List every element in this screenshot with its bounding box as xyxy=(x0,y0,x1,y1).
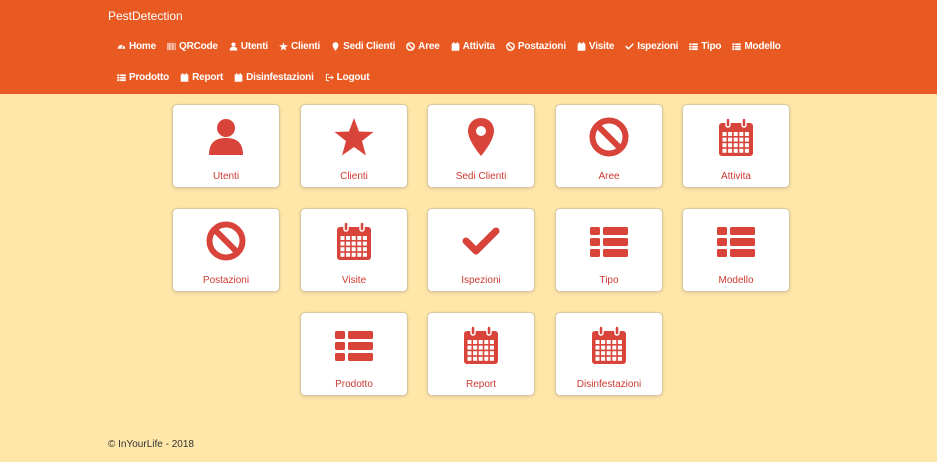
dashboard-icon xyxy=(117,42,126,51)
calendar-icon xyxy=(451,42,460,51)
nav-row-1: Home QRCode Utenti Clienti Sedi Clienti … xyxy=(117,41,792,52)
brand-title[interactable]: PestDetection xyxy=(108,9,183,23)
list-icon xyxy=(689,42,698,51)
tile-label: Utenti xyxy=(212,171,240,182)
nav-item-modello[interactable]: Modello xyxy=(732,41,781,52)
nav-item-label: Attivita xyxy=(462,41,495,52)
ban-icon xyxy=(206,221,246,261)
list-icon xyxy=(732,42,742,51)
nav-item-label: QRCode xyxy=(178,41,218,52)
calendar-icon xyxy=(334,221,374,261)
ban-icon xyxy=(506,42,515,51)
nav-item-label: Clienti xyxy=(290,41,321,52)
nav-item-logout[interactable]: Logout xyxy=(325,72,370,83)
star-icon xyxy=(334,117,374,157)
nav-item-attivita[interactable]: Attivita xyxy=(451,41,495,52)
nav-item-label: Logout xyxy=(336,72,370,83)
tile-label: Modello xyxy=(718,275,754,286)
logout-icon xyxy=(325,73,334,82)
nav-item-label: Sedi Clienti xyxy=(343,41,396,52)
tile-sedi-clienti[interactable]: Sedi Clienti xyxy=(427,104,535,188)
ban-icon xyxy=(406,42,416,51)
tile-label: Disinfestazioni xyxy=(576,379,642,390)
tile-tipo[interactable]: Tipo xyxy=(555,208,663,292)
tile-label: Postazioni xyxy=(202,275,250,286)
tile-label: Report xyxy=(465,379,496,390)
nav-item-disinfestazioni[interactable]: Disinfestazioni xyxy=(234,72,314,83)
calendar-icon xyxy=(234,73,243,82)
tile-modello[interactable]: Modello xyxy=(682,208,790,292)
nav-item-label: Report xyxy=(192,72,224,83)
list-icon xyxy=(589,221,629,261)
user-icon xyxy=(229,42,238,51)
tile-ispezioni[interactable]: Ispezioni xyxy=(427,208,535,292)
calendar-icon xyxy=(461,325,501,365)
tile-label: Sedi Clienti xyxy=(455,171,507,182)
tile-label: Attivita xyxy=(720,171,751,182)
nav-item-prodotto[interactable]: Prodotto xyxy=(117,72,169,83)
calendar-icon xyxy=(180,73,189,82)
list-icon xyxy=(334,325,374,365)
nav-item-qrcode[interactable]: QRCode xyxy=(167,41,218,52)
tile-clienti[interactable]: Clienti xyxy=(300,104,408,188)
nav-item-visite[interactable]: Visite xyxy=(577,41,614,52)
nav-item-label: Utenti xyxy=(240,41,268,52)
map-marker-icon xyxy=(331,42,340,51)
nav-item-sedi-clienti[interactable]: Sedi Clienti xyxy=(331,41,395,52)
tile-attivita[interactable]: Attivita xyxy=(682,104,790,188)
nav-item-postazioni[interactable]: Postazioni xyxy=(506,41,566,52)
nav-item-label: Aree xyxy=(418,41,440,52)
tile-postazioni[interactable]: Postazioni xyxy=(172,208,280,292)
nav-item-report[interactable]: Report xyxy=(180,72,223,83)
navbar: PestDetection Home QRCode Utenti Clienti… xyxy=(0,0,937,94)
barcode-icon xyxy=(167,42,176,51)
map-marker-icon xyxy=(461,117,501,157)
nav-item-label: Disinfestazioni xyxy=(246,72,314,83)
tile-utenti[interactable]: Utenti xyxy=(172,104,280,188)
list-icon xyxy=(716,221,756,261)
nav-item-label: Visite xyxy=(588,41,615,52)
tile-label: Ispezioni xyxy=(461,275,501,286)
footer-copyright: © InYourLife - 2018 xyxy=(108,439,194,450)
nav-item-ispezioni[interactable]: Ispezioni xyxy=(625,41,678,52)
nav-item-label: Home xyxy=(129,41,156,52)
nav-item-label: Tipo xyxy=(701,41,722,52)
nav-item-home[interactable]: Home xyxy=(117,41,156,52)
calendar-icon xyxy=(577,42,586,51)
star-icon xyxy=(279,42,288,51)
nav-item-label: Postazioni xyxy=(517,41,566,52)
list-icon xyxy=(117,73,126,82)
calendar-icon xyxy=(589,325,629,365)
nav-item-utenti[interactable]: Utenti xyxy=(229,41,268,52)
tile-disinfestazioni[interactable]: Disinfestazioni xyxy=(555,312,663,396)
tile-label: Clienti xyxy=(340,171,368,182)
tile-label: Visite xyxy=(341,275,367,286)
tile-label: Tipo xyxy=(599,275,619,286)
nav-item-label: Ispezioni xyxy=(637,41,679,52)
nav-row-2: Prodotto Report Disinfestazioni Logout xyxy=(117,72,380,83)
nav-item-tipo[interactable]: Tipo xyxy=(689,41,722,52)
tile-label: Prodotto xyxy=(335,379,373,390)
nav-item-label: Prodotto xyxy=(129,72,170,83)
nav-item-label: Modello xyxy=(744,41,781,52)
tile-label: Aree xyxy=(598,171,620,182)
nav-item-aree[interactable]: Aree xyxy=(406,41,440,52)
tile-report[interactable]: Report xyxy=(427,312,535,396)
user-icon xyxy=(206,117,246,157)
nav-item-clienti[interactable]: Clienti xyxy=(279,41,320,52)
ban-icon xyxy=(589,117,629,157)
check-icon xyxy=(625,42,634,51)
tile-prodotto[interactable]: Prodotto xyxy=(300,312,408,396)
tile-aree[interactable]: Aree xyxy=(555,104,663,188)
tile-visite[interactable]: Visite xyxy=(300,208,408,292)
check-icon xyxy=(461,221,501,261)
calendar-icon xyxy=(716,117,756,157)
